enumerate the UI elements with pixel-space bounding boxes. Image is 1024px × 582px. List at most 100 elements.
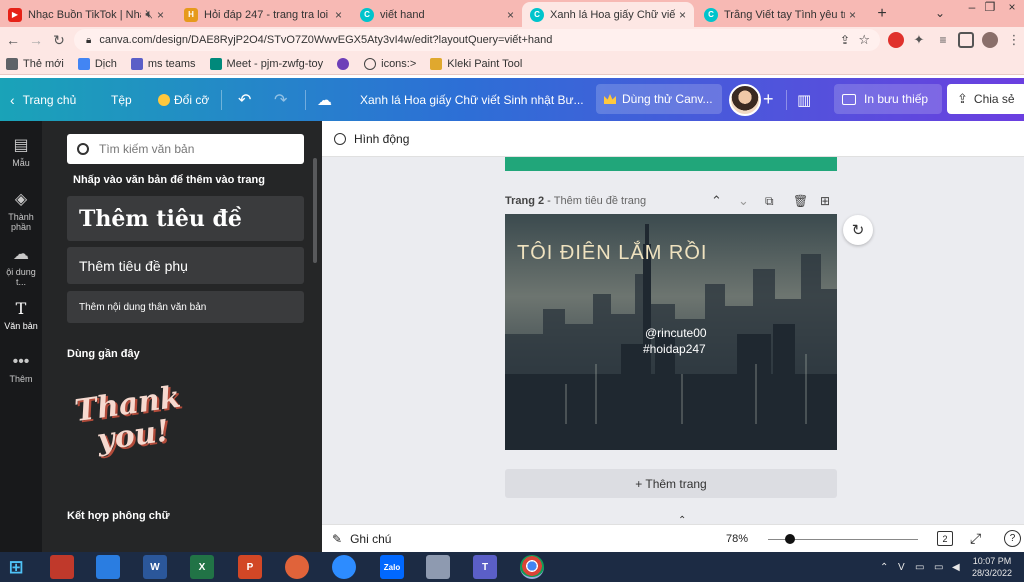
share-button[interactable]: ⇪ Chia sẻ bbox=[947, 84, 1024, 114]
user-avatar[interactable] bbox=[729, 84, 761, 116]
file-explorer-icon[interactable] bbox=[96, 555, 120, 579]
reload-icon[interactable]: ↻ bbox=[50, 31, 68, 49]
close-icon[interactable]: × bbox=[679, 8, 686, 22]
media-icon[interactable]: ≡ bbox=[935, 32, 951, 48]
delete-page-icon[interactable]: 🗑︎ bbox=[793, 194, 808, 208]
bookmarks-bar: Thẻ mới Dịch ms teams Meet - pjm-zwfg-to… bbox=[0, 53, 1024, 75]
profile-avatar[interactable] bbox=[982, 32, 998, 48]
bookmark-item[interactable]: Dịch bbox=[77, 57, 117, 70]
redo-icon[interactable]: ↷ bbox=[274, 78, 287, 121]
page-heading-text[interactable]: TÔI ĐIÊN LẮM RỒI bbox=[517, 242, 707, 265]
start-icon[interactable]: ⊞ bbox=[4, 555, 28, 579]
panel-scrollbar[interactable] bbox=[313, 158, 317, 263]
close-icon[interactable]: × bbox=[849, 8, 856, 22]
sidepanel-icon[interactable] bbox=[958, 32, 974, 48]
close-icon[interactable]: × bbox=[335, 8, 342, 22]
bookmark-item[interactable]: Meet - pjm-zwfg-toy bbox=[209, 57, 323, 70]
bookmark-item[interactable] bbox=[337, 57, 354, 70]
browser-tab-active[interactable]: C Xanh lá Hoa giấy Chữ viết Sinh × bbox=[522, 2, 694, 27]
mute-icon[interactable]: 🔇︎ bbox=[145, 7, 153, 22]
undo-icon[interactable]: ↶ bbox=[238, 78, 251, 121]
fullscreen-icon[interactable]: ⤢ bbox=[970, 530, 981, 547]
forward-icon[interactable]: → bbox=[27, 31, 45, 49]
notes-button[interactable]: ✎ Ghi chú bbox=[332, 525, 391, 553]
zoom-value[interactable]: 78% bbox=[726, 533, 748, 545]
teams-icon[interactable]: T bbox=[473, 555, 497, 579]
minimize-icon[interactable]: – bbox=[962, 0, 982, 14]
share-page-icon[interactable]: ⇪ bbox=[840, 33, 850, 47]
word-icon[interactable]: W bbox=[143, 555, 167, 579]
bookmark-item[interactable]: icons:> bbox=[364, 57, 416, 70]
design-title[interactable]: Xanh lá Hoa giấy Chữ viết Sinh nhật Bư..… bbox=[360, 78, 584, 121]
new-tab-button[interactable]: + bbox=[872, 0, 892, 27]
close-icon[interactable]: × bbox=[507, 8, 514, 22]
url-input[interactable]: 🔒︎ canva.com/design/DAE8RyjP2O4/STvO7Z0W… bbox=[74, 29, 880, 51]
zoom-slider[interactable] bbox=[768, 534, 918, 544]
regenerate-icon[interactable]: ↻ bbox=[843, 215, 873, 245]
add-heading-button[interactable]: Thêm tiêu đề bbox=[67, 196, 304, 241]
close-window-icon[interactable]: × bbox=[1002, 0, 1022, 14]
browser-tab[interactable]: H Hỏi đáp 247 - trang tra loi × bbox=[176, 2, 350, 27]
network-icon[interactable]: ▭ bbox=[915, 552, 924, 582]
try-pro-button[interactable]: Dùng thử Canv... bbox=[596, 84, 722, 114]
analytics-icon[interactable]: ▥ bbox=[797, 78, 811, 121]
page-1-preview[interactable] bbox=[505, 157, 837, 171]
help-icon[interactable]: ? bbox=[1004, 530, 1021, 547]
taskbar-app-icon[interactable] bbox=[50, 555, 74, 579]
browser-tab[interactable]: C Trắng Viết tay Tình yêu trên N × bbox=[696, 2, 864, 27]
page-2-canvas[interactable]: TÔI ĐIÊN LẮM RỒI @rincute00 #hoidap247 bbox=[505, 214, 837, 450]
input-language[interactable]: V bbox=[898, 552, 905, 582]
taskbar-app-icon[interactable] bbox=[285, 555, 309, 579]
cloud-saved-icon[interactable]: ☁ bbox=[317, 78, 332, 121]
close-icon[interactable]: × bbox=[157, 8, 164, 22]
extension-icon[interactable] bbox=[888, 32, 904, 48]
chrome-icon[interactable] bbox=[520, 555, 544, 579]
add-body-text-button[interactable]: Thêm nội dung thân văn bản bbox=[67, 291, 304, 323]
text-search-input[interactable]: Tìm kiếm văn bản bbox=[67, 134, 304, 164]
duplicate-page-icon[interactable]: ⧉ bbox=[765, 194, 774, 209]
zoom-icon[interactable] bbox=[332, 555, 356, 579]
zoom-slider-knob[interactable] bbox=[785, 534, 795, 544]
rail-item-more[interactable]: ••• Thêm bbox=[0, 353, 42, 384]
bookmark-star-icon[interactable]: ☆ bbox=[858, 32, 870, 48]
meet-icon bbox=[209, 57, 222, 70]
back-icon[interactable]: ← bbox=[4, 31, 22, 49]
battery-icon[interactable]: ▭ bbox=[934, 552, 943, 582]
taskbar-app-icon[interactable] bbox=[426, 555, 450, 579]
tab-search-icon[interactable]: ⌄ bbox=[930, 0, 950, 27]
browser-tab[interactable]: C viết hand × bbox=[352, 2, 522, 27]
volume-icon[interactable]: ◀︎ bbox=[952, 552, 960, 582]
bookmark-item[interactable]: Kleki Paint Tool bbox=[430, 57, 522, 70]
powerpoint-icon[interactable]: P bbox=[238, 555, 262, 579]
resize-button[interactable]: Đổi cỡ bbox=[158, 78, 209, 121]
page-count-button[interactable]: 2 bbox=[937, 531, 953, 546]
add-subheading-button[interactable]: Thêm tiêu đề phụ bbox=[67, 247, 304, 284]
restore-icon[interactable]: ❐ bbox=[980, 0, 1000, 14]
clock[interactable]: 10:07 PM 28/3/2022 bbox=[972, 552, 1012, 582]
add-page-icon[interactable]: ⊞ bbox=[820, 194, 830, 208]
home-button[interactable]: ‹ Trang chủ bbox=[10, 78, 76, 121]
print-postcard-button[interactable]: In bưu thiếp bbox=[834, 84, 942, 114]
page-title-input[interactable]: Thêm tiêu đề trang bbox=[554, 195, 646, 207]
recent-text-sample[interactable]: Thank you! bbox=[73, 380, 183, 475]
chevron-down-icon[interactable]: ⌄ bbox=[738, 193, 749, 209]
page-handle-text[interactable]: @rincute00 bbox=[645, 326, 707, 340]
browser-tab[interactable]: ▶ Nhạc Buồn TikTok | Nhạc T 🔇︎ × bbox=[0, 2, 172, 27]
rail-item-text[interactable]: T Văn bản bbox=[0, 299, 42, 331]
chevron-up-icon[interactable]: ⌃ bbox=[711, 193, 722, 209]
add-collaborator-icon[interactable]: + bbox=[763, 78, 774, 121]
rail-item-templates[interactable]: ▤ Mẫu bbox=[0, 135, 42, 168]
puzzle-icon[interactable]: ✦ bbox=[911, 32, 927, 48]
rail-item-uploads[interactable]: ☁ ội dung t... bbox=[0, 244, 42, 287]
animate-button[interactable]: Hình động bbox=[334, 121, 409, 157]
file-menu-button[interactable]: Tệp bbox=[111, 78, 132, 121]
rail-item-elements[interactable]: ◈ Thành phần bbox=[0, 189, 42, 232]
bookmark-item[interactable]: Thẻ mới bbox=[6, 57, 64, 70]
tray-chevron-icon[interactable]: ⌃ bbox=[880, 552, 888, 582]
menu-icon[interactable]: ⋮ bbox=[1006, 32, 1022, 48]
add-page-button[interactable]: + Thêm trang bbox=[505, 469, 837, 498]
zalo-icon[interactable]: Zalo bbox=[380, 555, 404, 579]
bookmark-item[interactable]: ms teams bbox=[130, 57, 196, 70]
excel-icon[interactable]: X bbox=[190, 555, 214, 579]
page-hashtag-text[interactable]: #hoidap247 bbox=[643, 342, 706, 356]
